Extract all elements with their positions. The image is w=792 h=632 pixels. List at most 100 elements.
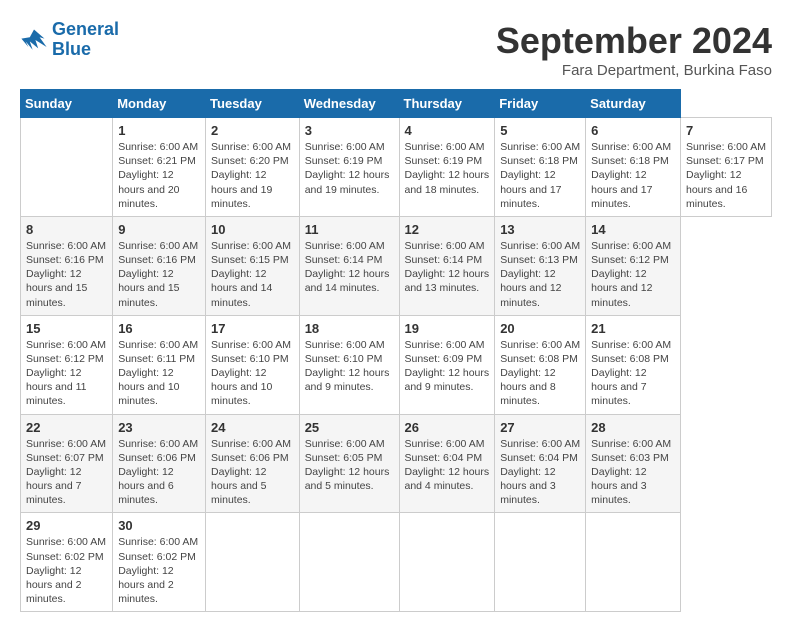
day-info: Sunrise: 6:00 AMSunset: 6:03 PMDaylight:… [591, 437, 675, 508]
calendar-cell: 7Sunrise: 6:00 AMSunset: 6:17 PMDaylight… [680, 118, 771, 217]
day-number: 28 [591, 420, 675, 435]
day-info: Sunrise: 6:00 AMSunset: 6:11 PMDaylight:… [118, 338, 200, 409]
day-info: Sunrise: 6:00 AMSunset: 6:20 PMDaylight:… [211, 140, 294, 211]
day-info: Sunrise: 6:00 AMSunset: 6:04 PMDaylight:… [405, 437, 490, 494]
day-number: 25 [305, 420, 394, 435]
calendar-cell: 20 Sunrise: 6:00 AMSunset: 6:08 PMDayligh… [495, 315, 586, 414]
day-info: Sunrise: 6:00 AMSunset: 6:04 PMDaylight:… [500, 437, 580, 508]
header-wednesday: Wednesday [299, 90, 399, 118]
day-info: Sunrise: 6:00 AMSunset: 6:07 PMDaylight:… [26, 437, 107, 508]
day-info: Sunrise: 6:00 AMSunset: 6:12 PMDaylight:… [591, 239, 675, 310]
logo: General Blue [20, 20, 119, 60]
calendar-cell: 25Sunrise: 6:00 AMSunset: 6:05 PMDayligh… [299, 414, 399, 513]
calendar-cell: 21 Sunrise: 6:00 AMSunset: 6:08 PMDayligh… [586, 315, 681, 414]
calendar-cell [299, 513, 399, 612]
day-number: 4 [405, 123, 490, 138]
day-number: 12 [405, 222, 490, 237]
header-monday: Monday [113, 90, 206, 118]
day-info: Sunrise: 6:00 AMSunset: 6:16 PMDaylight:… [26, 239, 107, 310]
day-number: 21 [591, 321, 675, 336]
calendar-cell [495, 513, 586, 612]
page-header: General Blue September 2024 Fara Departm… [20, 20, 772, 79]
location-subtitle: Fara Department, Burkina Faso [496, 62, 772, 79]
day-info: Sunrise: 6:00 AMSunset: 6:15 PMDaylight:… [211, 239, 294, 310]
calendar-cell: 4Sunrise: 6:00 AMSunset: 6:19 PMDaylight… [399, 118, 495, 217]
day-number: 17 [211, 321, 294, 336]
header-friday: Friday [495, 90, 586, 118]
day-number: 13 [500, 222, 580, 237]
calendar-cell: 11 Sunrise: 6:00 AMSunset: 6:14 PMDayligh… [299, 216, 399, 315]
day-number: 6 [591, 123, 675, 138]
calendar-cell: 22 Sunrise: 6:00 AMSunset: 6:07 PMDayligh… [21, 414, 113, 513]
day-number: 14 [591, 222, 675, 237]
calendar-header-row: SundayMondayTuesdayWednesdayThursdayFrid… [21, 90, 772, 118]
day-number: 9 [118, 222, 200, 237]
day-info: Sunrise: 6:00 AMSunset: 6:10 PMDaylight:… [305, 338, 394, 395]
calendar-table: SundayMondayTuesdayWednesdayThursdayFrid… [20, 89, 772, 612]
day-info: Sunrise: 6:00 AMSunset: 6:19 PMDaylight:… [305, 140, 394, 197]
day-number: 8 [26, 222, 107, 237]
month-title: September 2024 [496, 20, 772, 62]
calendar-cell: 29 Sunrise: 6:00 AMSunset: 6:02 PMDayligh… [21, 513, 113, 612]
day-number: 7 [686, 123, 766, 138]
day-number: 27 [500, 420, 580, 435]
calendar-cell: 6 Sunrise: 6:00 AMSunset: 6:18 PMDaylight… [586, 118, 681, 217]
day-info: Sunrise: 6:00 AMSunset: 6:08 PMDaylight:… [500, 338, 580, 409]
day-info: Sunrise: 6:00 AMSunset: 6:18 PMDaylight:… [591, 140, 675, 211]
day-number: 15 [26, 321, 107, 336]
day-info: Sunrise: 6:00 AMSunset: 6:12 PMDaylight:… [26, 338, 107, 409]
calendar-cell: 2Sunrise: 6:00 AMSunset: 6:20 PMDaylight… [206, 118, 300, 217]
calendar-week-row: 1 Sunrise: 6:00 AMSunset: 6:21 PMDaylight… [21, 118, 772, 217]
calendar-cell [206, 513, 300, 612]
day-info: Sunrise: 6:00 AMSunset: 6:13 PMDaylight:… [500, 239, 580, 310]
day-info: Sunrise: 6:00 AMSunset: 6:02 PMDaylight:… [118, 535, 200, 606]
day-number: 30 [118, 518, 200, 533]
calendar-cell: 3 Sunrise: 6:00 AMSunset: 6:19 PMDaylight… [299, 118, 399, 217]
calendar-week-row: 29 Sunrise: 6:00 AMSunset: 6:02 PMDayligh… [21, 513, 772, 612]
day-number: 1 [118, 123, 200, 138]
day-info: Sunrise: 6:00 AMSunset: 6:21 PMDaylight:… [118, 140, 200, 211]
logo-icon [20, 26, 48, 54]
day-info: Sunrise: 6:00 AMSunset: 6:02 PMDaylight:… [26, 535, 107, 606]
title-block: September 2024 Fara Department, Burkina … [496, 20, 772, 79]
calendar-cell: 19 Sunrise: 6:00 AMSunset: 6:09 PMDayligh… [399, 315, 495, 414]
calendar-cell: 28 Sunrise: 6:00 AMSunset: 6:03 PMDayligh… [586, 414, 681, 513]
header-thursday: Thursday [399, 90, 495, 118]
day-number: 19 [405, 321, 490, 336]
day-info: Sunrise: 6:00 AMSunset: 6:09 PMDaylight:… [405, 338, 490, 395]
logo-text: General Blue [52, 20, 119, 60]
day-info: Sunrise: 6:00 AMSunset: 6:18 PMDaylight:… [500, 140, 580, 211]
day-info: Sunrise: 6:00 AMSunset: 6:14 PMDaylight:… [305, 239, 394, 296]
calendar-cell: 30 Sunrise: 6:00 AMSunset: 6:02 PMDayligh… [113, 513, 206, 612]
calendar-cell: 24Sunrise: 6:00 AMSunset: 6:06 PMDayligh… [206, 414, 300, 513]
day-number: 18 [305, 321, 394, 336]
calendar-cell: 14 Sunrise: 6:00 AMSunset: 6:12 PMDayligh… [586, 216, 681, 315]
calendar-cell [399, 513, 495, 612]
calendar-week-row: 15 Sunrise: 6:00 AMSunset: 6:12 PMDayligh… [21, 315, 772, 414]
calendar-cell: 12 Sunrise: 6:00 AMSunset: 6:14 PMDayligh… [399, 216, 495, 315]
header-sunday: Sunday [21, 90, 113, 118]
day-info: Sunrise: 6:00 AMSunset: 6:06 PMDaylight:… [211, 437, 294, 508]
day-info: Sunrise: 6:00 AMSunset: 6:10 PMDaylight:… [211, 338, 294, 409]
day-number: 22 [26, 420, 107, 435]
calendar-cell [21, 118, 113, 217]
calendar-cell: 5Sunrise: 6:00 AMSunset: 6:18 PMDaylight… [495, 118, 586, 217]
calendar-cell: 16 Sunrise: 6:00 AMSunset: 6:11 PMDayligh… [113, 315, 206, 414]
calendar-cell [586, 513, 681, 612]
day-info: Sunrise: 6:00 AMSunset: 6:08 PMDaylight:… [591, 338, 675, 409]
day-number: 23 [118, 420, 200, 435]
day-number: 11 [305, 222, 394, 237]
day-info: Sunrise: 6:00 AMSunset: 6:16 PMDaylight:… [118, 239, 200, 310]
calendar-cell: 15 Sunrise: 6:00 AMSunset: 6:12 PMDayligh… [21, 315, 113, 414]
calendar-cell: 1 Sunrise: 6:00 AMSunset: 6:21 PMDaylight… [113, 118, 206, 217]
header-saturday: Saturday [586, 90, 681, 118]
calendar-week-row: 8 Sunrise: 6:00 AMSunset: 6:16 PMDaylight… [21, 216, 772, 315]
day-number: 16 [118, 321, 200, 336]
day-number: 29 [26, 518, 107, 533]
calendar-cell: 9 Sunrise: 6:00 AMSunset: 6:16 PMDaylight… [113, 216, 206, 315]
calendar-cell: 18 Sunrise: 6:00 AMSunset: 6:10 PMDayligh… [299, 315, 399, 414]
day-number: 20 [500, 321, 580, 336]
calendar-cell: 8 Sunrise: 6:00 AMSunset: 6:16 PMDaylight… [21, 216, 113, 315]
day-number: 3 [305, 123, 394, 138]
day-info: Sunrise: 6:00 AMSunset: 6:14 PMDaylight:… [405, 239, 490, 296]
